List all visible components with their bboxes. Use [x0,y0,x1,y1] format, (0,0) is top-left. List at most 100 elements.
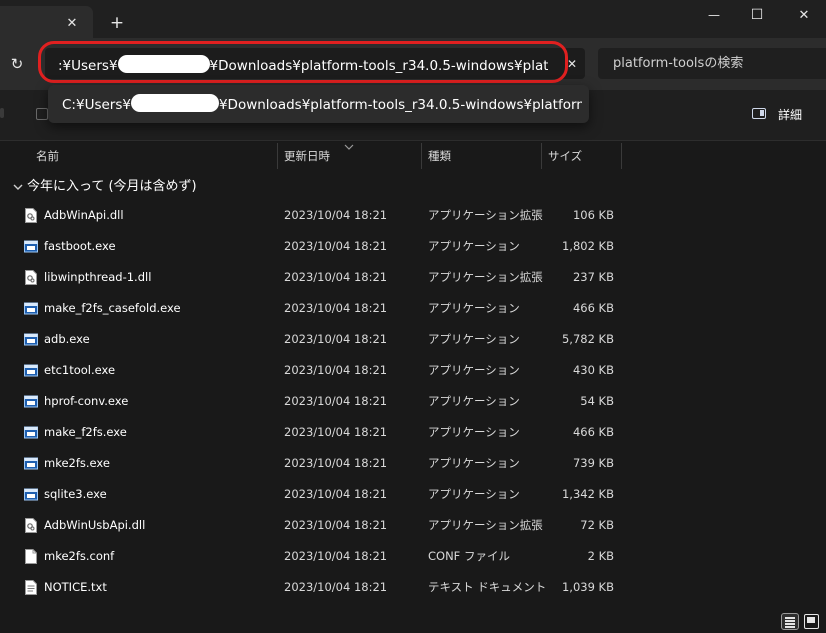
file-name: NOTICE.txt [44,580,107,594]
file-date: 2023/10/04 18:21 [284,549,388,563]
copy-icon[interactable] [36,108,48,120]
file-name: etc1tool.exe [44,363,116,377]
file-type: CONF ファイル [428,549,510,563]
txt-icon [24,580,38,595]
table-row[interactable]: etc1tool.exe 2023/10/04 18:21 アプリケーション 430 … [0,355,626,386]
column-divider[interactable] [421,143,422,169]
file-type: アプリケーション [428,425,520,439]
redacted-username [117,55,210,73]
exe-icon [24,239,38,254]
command-icon-fragment [0,108,4,118]
file-size: 72 KB [580,518,614,532]
group-header[interactable]: 今年に入って (今月は含めず) [27,177,197,197]
file-date: 2023/10/04 18:21 [284,208,388,222]
file-type: アプリケーション [428,456,520,470]
file-size: 1,342 KB [561,487,614,501]
column-divider[interactable] [621,143,622,169]
file-date: 2023/10/04 18:21 [284,487,388,501]
suggestion-path-end: ¥Downloads¥platform-tools_r34.0.5-window… [218,97,582,113]
dll-icon [24,208,38,223]
close-window-icon[interactable]: ✕ [790,4,818,26]
close-tab-icon[interactable]: ✕ [64,14,80,32]
file-date: 2023/10/04 18:21 [284,394,388,408]
file-name: sqlite3.exe [44,487,107,501]
minimize-icon[interactable]: — [700,4,728,26]
address-suggestion-text[interactable]: C:¥Users¥ ¥Downloads¥platform-tools_r34.0… [62,94,582,115]
file-type: アプリケーション [428,363,520,377]
file-name: make_f2fs.exe [44,425,127,439]
redacted-username [130,94,219,112]
file-name: libwinpthread-1.dll [44,270,152,284]
table-row[interactable]: fastboot.exe 2023/10/04 18:21 アプリケーション 1,80… [0,231,626,262]
table-row[interactable]: make_f2fs.exe 2023/10/04 18:21 アプリケーション 466… [0,417,626,448]
file-type: アプリケーション [428,301,520,315]
tiles-view-icon[interactable] [804,614,819,629]
file-size: 430 KB [572,363,614,377]
table-row[interactable]: hprof-conv.exe 2023/10/04 18:21 アプリケーション 54… [0,386,626,417]
table-row[interactable]: libwinpthread-1.dll 2023/10/04 18:21 アプリケー… [0,262,626,293]
table-row[interactable]: mke2fs.conf 2023/10/04 18:21 CONF ファイル 2 KB [0,541,626,572]
file-date: 2023/10/04 18:21 [284,301,388,315]
file-date: 2023/10/04 18:21 [284,580,388,594]
new-tab-icon[interactable]: + [108,12,126,34]
file-type: アプリケーション [428,487,520,501]
file-type: アプリケーション拡張 [428,270,543,284]
column-header-date[interactable]: 更新日時 [284,148,330,168]
column-header-size[interactable]: サイズ [548,148,582,168]
file-name: AdbWinUsbApi.dll [44,518,146,532]
file-date: 2023/10/04 18:21 [284,270,388,284]
maximize-icon[interactable]: ☐ [743,4,771,26]
refresh-icon[interactable]: ↻ [6,54,28,74]
file-date: 2023/10/04 18:21 [284,518,388,532]
clear-address-icon[interactable]: ✕ [564,55,580,73]
address-path-start: :¥Users¥ [58,58,118,74]
file-size: 1,039 KB [561,580,614,594]
column-divider[interactable] [277,143,278,169]
table-row[interactable]: mke2fs.exe 2023/10/04 18:21 アプリケーション 739 KB [0,448,626,479]
file-name: AdbWinApi.dll [44,208,124,222]
exe-icon [24,394,38,409]
details-button[interactable]: 詳細 [778,107,802,123]
collapse-chevron-icon[interactable] [12,181,24,193]
exe-icon [24,301,38,316]
table-row[interactable]: sqlite3.exe 2023/10/04 18:21 アプリケーション 1,342… [0,479,626,510]
file-size: 466 KB [572,301,614,315]
exe-icon [24,456,38,471]
table-row[interactable]: AdbWinApi.dll 2023/10/04 18:21 アプリケーション拡張 1… [0,200,626,231]
column-header-name[interactable]: 名前 [36,148,59,168]
file-size: 1,802 KB [561,239,614,253]
table-row[interactable]: NOTICE.txt 2023/10/04 18:21 テキスト ドキュメント 1,0… [0,572,626,603]
file-name: make_f2fs_casefold.exe [44,301,181,315]
file-type: アプリケーション [428,332,520,346]
details-icon[interactable] [752,108,766,119]
table-row[interactable]: adb.exe 2023/10/04 18:21 アプリケーション 5,782 KB [0,324,626,355]
exe-icon [24,487,38,502]
file-date: 2023/10/04 18:21 [284,425,388,439]
file-date: 2023/10/04 18:21 [284,456,388,470]
address-bar-text[interactable]: :¥Users¥ ¥Downloads¥platform-tools_r34.0.… [58,55,548,75]
file-name: hprof-conv.exe [44,394,129,408]
dll-icon [24,518,38,533]
exe-icon [24,425,38,440]
sort-chevron-icon [344,140,354,150]
file-name: mke2fs.conf [44,549,115,563]
file-name: mke2fs.exe [44,456,110,470]
file-size: 5,782 KB [561,332,614,346]
search-input[interactable]: platform-toolsの検索 [613,55,743,73]
file-size: 2 KB [587,549,614,563]
scrollbar[interactable] [818,140,826,610]
column-header-type[interactable]: 種類 [428,148,451,168]
file-size: 466 KB [572,425,614,439]
file-type: アプリケーション [428,394,520,408]
details-view-icon[interactable] [781,613,799,630]
table-row[interactable]: make_f2fs_casefold.exe 2023/10/04 18:21 アプ… [0,293,626,324]
file-size: 106 KB [572,208,614,222]
file-name: fastboot.exe [44,239,116,253]
file-date: 2023/10/04 18:21 [284,239,388,253]
column-divider[interactable] [541,143,542,169]
file-name: adb.exe [44,332,90,346]
suggestion-path-start: C:¥Users¥ [62,97,131,113]
file-size: 54 KB [580,394,614,408]
file-date: 2023/10/04 18:21 [284,363,388,377]
table-row[interactable]: AdbWinUsbApi.dll 2023/10/04 18:21 アプリケーション… [0,510,626,541]
